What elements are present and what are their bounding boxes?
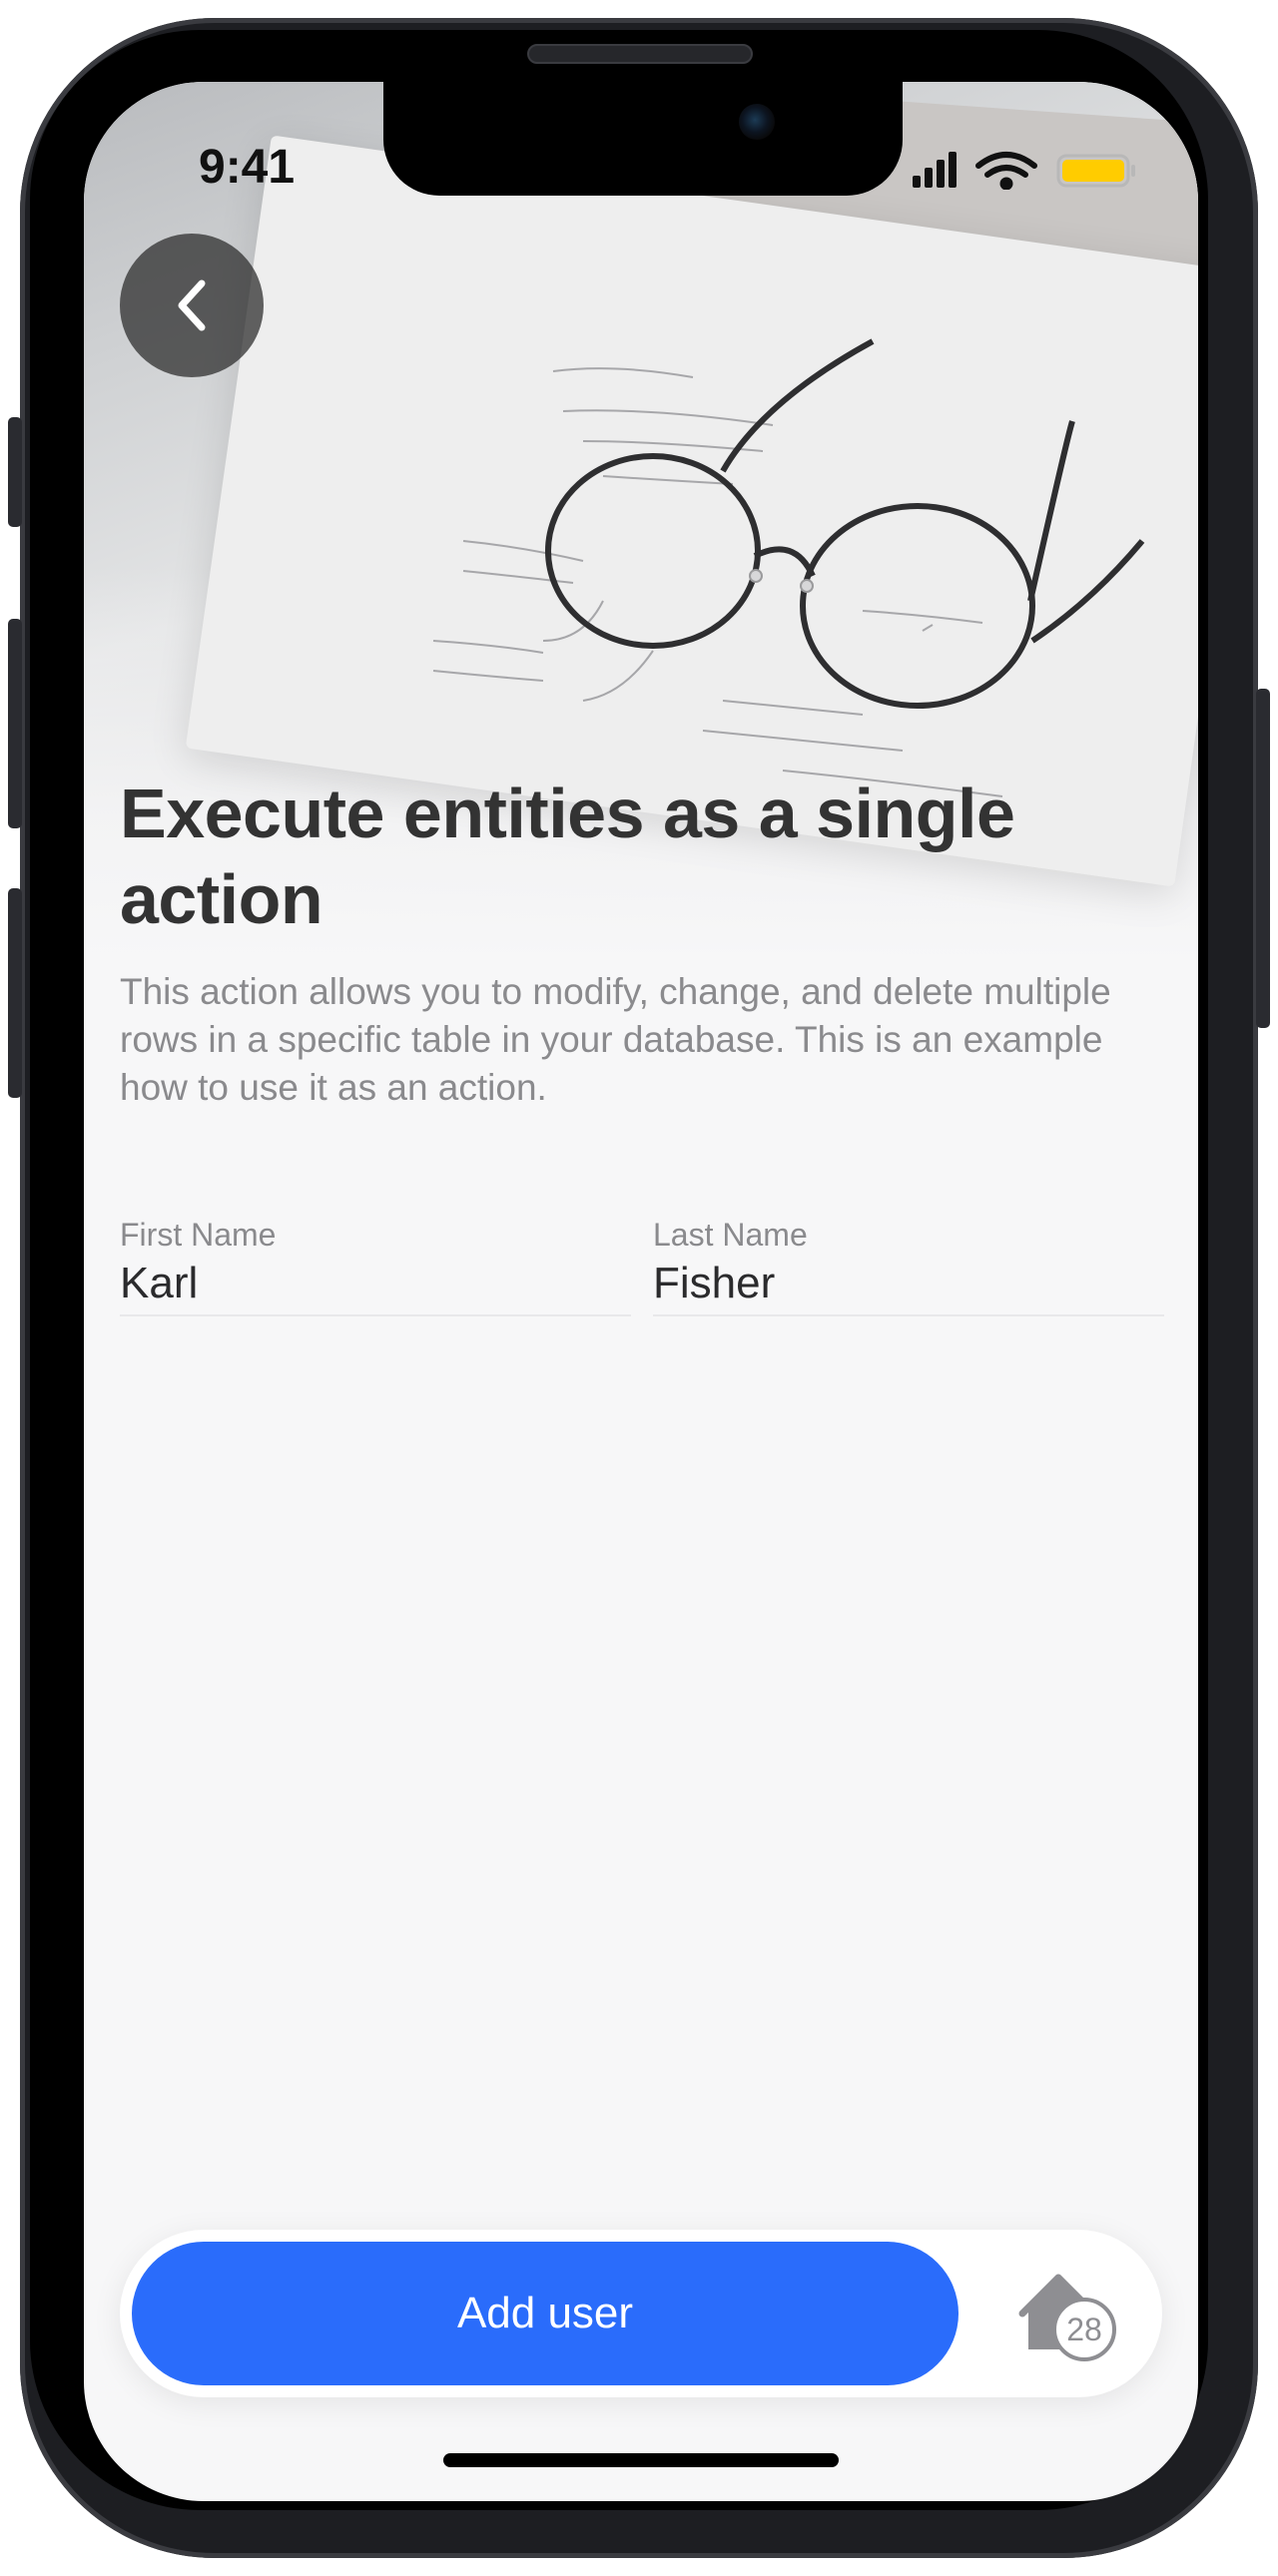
power-button <box>1256 689 1270 1028</box>
add-user-button[interactable]: Add user <box>132 2242 958 2385</box>
wifi-icon <box>975 152 1037 191</box>
status-icons <box>913 150 1142 195</box>
first-name-value[interactable]: Karl <box>120 1257 631 1310</box>
battery-icon <box>1056 154 1135 188</box>
last-name-field[interactable]: Last Name Fisher <box>653 1215 1164 1316</box>
bottom-action-bar: Add user 28 <box>120 2230 1162 2397</box>
app-screen: 9:41 Execute entities as a single action… <box>84 82 1198 2501</box>
home-indicator[interactable] <box>443 2453 839 2467</box>
volume-up-button <box>8 619 22 828</box>
first-name-field[interactable]: First Name Karl <box>120 1215 631 1316</box>
speaker-grille <box>527 44 753 64</box>
volume-down-button <box>8 888 22 1098</box>
home-badge-count: 28 <box>1066 2312 1102 2347</box>
home-icon[interactable]: 28 <box>1018 2270 1128 2369</box>
dynamic-notch <box>383 82 903 196</box>
front-camera <box>739 104 775 140</box>
back-button[interactable] <box>120 234 264 377</box>
mute-switch <box>8 417 22 527</box>
back-chevron-icon <box>178 279 206 331</box>
signal-icon <box>913 152 957 188</box>
first-name-label: First Name <box>120 1217 277 1253</box>
page-title: Execute entities as a single action <box>120 774 1015 938</box>
last-name-label: Last Name <box>653 1217 808 1253</box>
status-time: 9:41 <box>199 141 296 194</box>
page-description: This action allows you to modify, change… <box>120 971 1111 1108</box>
last-name-value[interactable]: Fisher <box>653 1257 1164 1310</box>
